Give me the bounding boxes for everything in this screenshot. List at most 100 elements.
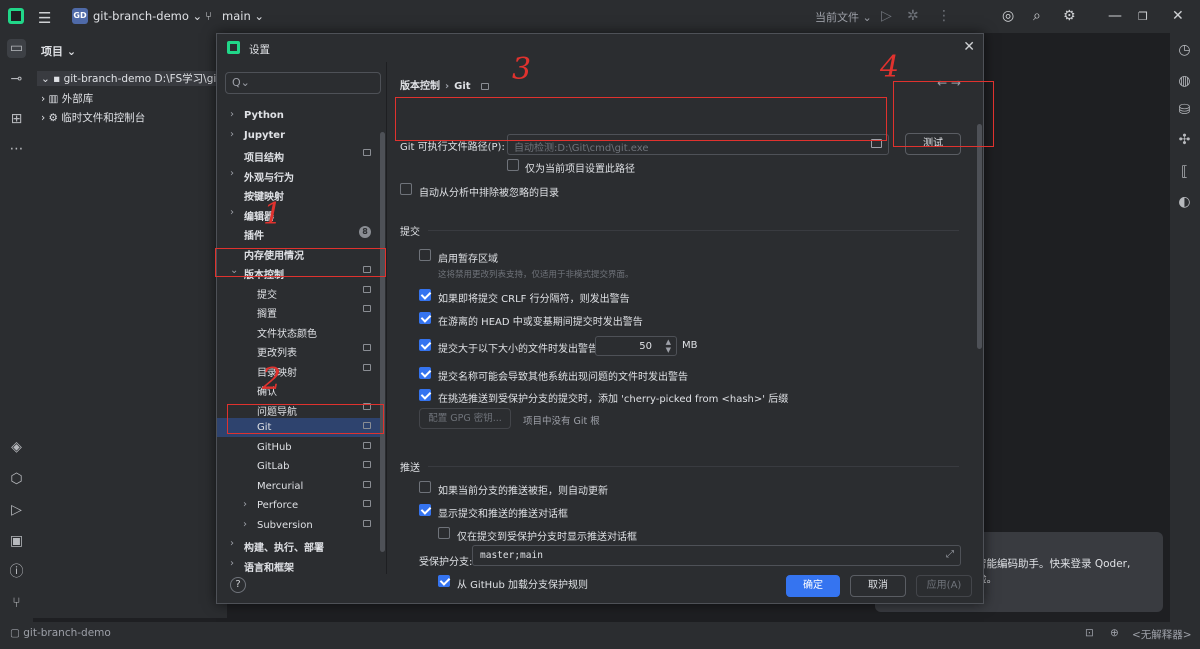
chevron-right-icon[interactable]: › <box>243 499 247 510</box>
nav-item[interactable]: GitHub <box>217 438 381 457</box>
project-selector[interactable]: git-branch-demo ⌄ <box>93 9 202 23</box>
settings-gear-icon[interactable]: ⚙ <box>1063 8 1076 24</box>
nav-item[interactable]: › Perforce <box>217 496 381 515</box>
structure-icon[interactable]: ⊞ <box>7 110 26 129</box>
database-icon[interactable]: ⛁ <box>1175 101 1194 120</box>
run-config-selector[interactable]: 当前文件 ⌄ <box>815 9 872 25</box>
nav-item-label: Perforce <box>257 500 299 511</box>
help-button[interactable]: ? <box>230 577 246 593</box>
chevron-right-icon[interactable]: › <box>230 538 234 549</box>
nav-item[interactable]: 搁置 <box>217 301 381 320</box>
nav-item[interactable]: › 外观与行为 <box>217 165 381 184</box>
chevron-right-icon[interactable]: › <box>230 168 234 179</box>
bad-filenames-checkbox[interactable] <box>419 367 431 379</box>
ai-chat-icon[interactable]: ◍ <box>1175 72 1194 91</box>
run-icon[interactable]: ▷ <box>881 8 892 24</box>
settings-search-input[interactable]: Q⌄ <box>225 72 381 94</box>
notifications-icon[interactable]: ◷ <box>1175 41 1194 60</box>
branch-icon[interactable]: ⑂ <box>205 9 212 23</box>
nav-item[interactable]: 项目结构 <box>217 145 381 164</box>
chevron-right-icon[interactable]: › <box>243 519 247 530</box>
branch-selector[interactable]: main ⌄ <box>222 9 264 23</box>
nav-item[interactable]: › 语言和框架 <box>217 555 381 574</box>
tree-item-root[interactable]: ⌄ ▪ git-branch-demo D:\FS学习\git <box>37 71 222 86</box>
nav-item[interactable]: › 构建、执行、部署 <box>217 535 381 554</box>
minimize-icon[interactable]: — <box>1108 8 1122 24</box>
problems-icon[interactable]: ⓘ <box>7 563 26 582</box>
close-window-icon[interactable]: ✕ <box>1172 8 1184 24</box>
copilot-icon[interactable]: ◐ <box>1175 193 1194 212</box>
large-file-checkbox[interactable] <box>419 339 431 351</box>
crlf-warning-checkbox[interactable] <box>419 289 431 301</box>
only-protected-checkbox[interactable] <box>438 527 450 539</box>
nav-item-label: Python <box>244 110 284 121</box>
project-badge[interactable]: GD <box>72 8 88 24</box>
status-interpreter[interactable]: <无解释器> <box>1132 627 1192 642</box>
show-push-dialog-checkbox[interactable] <box>419 504 431 516</box>
nav-item[interactable]: › Subversion <box>217 516 381 535</box>
staging-area-label: 启用暂存区域 <box>438 254 498 265</box>
nav-item[interactable]: 目录映射 <box>217 360 381 379</box>
protected-branches-value: master;main <box>480 550 543 561</box>
nav-item[interactable]: 插件 8 <box>217 223 381 242</box>
terminal-icon[interactable]: ▣ <box>7 532 26 551</box>
right-tool-strip: ◷ ◍ ⛁ ✣ ⟦ ◐ <box>1170 33 1200 623</box>
auto-update-checkbox[interactable] <box>419 481 431 493</box>
detached-head-checkbox[interactable] <box>419 312 431 324</box>
nav-item-label: Jupyter <box>244 129 286 141</box>
debug-icon[interactable]: ✲ <box>907 8 919 24</box>
nav-item[interactable]: 提交 <box>217 282 381 301</box>
auto-exclude-checkbox[interactable] <box>400 183 412 195</box>
protected-branches-input[interactable]: master;main ⤢ <box>472 545 961 566</box>
status-project[interactable]: ▢ git-branch-demo <box>10 627 111 639</box>
nav-item[interactable]: › Jupyter <box>217 126 381 145</box>
nav-item[interactable]: Mercurial <box>217 477 381 496</box>
plugins-icon[interactable]: ✣ <box>1175 131 1194 150</box>
status-encoding-icon[interactable]: ⊡ <box>1085 627 1094 639</box>
spinner-arrows-icon[interactable]: ▲ ▼ <box>666 338 671 354</box>
expand-icon[interactable]: ⤢ <box>946 549 954 560</box>
size-threshold-input[interactable]: 50 ▲ ▼ <box>595 336 677 356</box>
project-panel-title[interactable]: 项目 ⌄ <box>41 43 76 59</box>
apply-button[interactable]: 应用(A) <box>916 575 972 597</box>
main-menu-icon[interactable]: ☰ <box>38 9 51 27</box>
close-icon[interactable]: ✕ <box>963 39 975 55</box>
status-lock-icon[interactable]: ⊕ <box>1110 627 1119 639</box>
python-packages-icon[interactable]: ◈ <box>7 438 26 457</box>
chevron-right-icon[interactable]: › <box>230 207 234 218</box>
annotation-number-1: 1 <box>263 197 283 232</box>
nav-item[interactable]: › 编辑器 <box>217 204 381 223</box>
nav-item[interactable]: 确认 <box>217 379 381 398</box>
restore-icon[interactable]: ❐ <box>1138 10 1148 23</box>
only-current-project-checkbox[interactable] <box>507 159 519 171</box>
tree-item-external-libs[interactable]: › ▥ 外部库 <box>41 91 93 106</box>
commit-icon[interactable]: ⊸ <box>7 70 26 89</box>
search-icon[interactable]: ⌕ <box>1033 8 1041 24</box>
tree-item-scratches[interactable]: › ⚙ 临时文件和控制台 <box>41 110 145 125</box>
project-scope-icon <box>363 441 371 449</box>
cancel-button[interactable]: 取消 <box>850 575 906 597</box>
chevron-right-icon[interactable]: › <box>230 129 234 140</box>
nav-item[interactable]: GitLab <box>217 457 381 476</box>
chevron-right-icon[interactable]: › <box>230 109 234 120</box>
ok-button[interactable]: 确定 <box>786 575 840 597</box>
nav-item[interactable]: 更改列表 <box>217 340 381 359</box>
configure-gpg-button[interactable]: 配置 GPG 密钥... <box>419 408 511 429</box>
diff-icon[interactable]: ⟦ <box>1175 163 1194 182</box>
git-tool-icon[interactable]: ⑂ <box>7 594 26 613</box>
run-tool-icon[interactable]: ▷ <box>7 501 26 520</box>
nav-item[interactable]: 按键映射 <box>217 184 381 203</box>
settings-nav: Q⌄ › Python › Jupyter 项目结构 › 外观与行为 按键映射 › 编辑器 插件 8 内… <box>217 62 387 574</box>
project-folder-icon[interactable]: ▭ <box>7 39 26 58</box>
nav-scrollbar[interactable] <box>380 132 385 552</box>
more-tools-icon[interactable]: ⋯ <box>7 140 26 159</box>
content-scrollbar[interactable] <box>977 124 982 349</box>
services-icon[interactable]: ⬡ <box>7 470 26 489</box>
cherry-pick-checkbox[interactable] <box>419 389 431 401</box>
ai-assistant-icon[interactable]: ◎ <box>1002 8 1014 24</box>
nav-item[interactable]: 文件状态颜色 <box>217 321 381 340</box>
staging-area-checkbox[interactable] <box>419 249 431 261</box>
nav-item[interactable]: › Python <box>217 106 381 125</box>
chevron-right-icon[interactable]: › <box>230 558 234 569</box>
more-actions-icon[interactable]: ⋮ <box>937 8 951 24</box>
